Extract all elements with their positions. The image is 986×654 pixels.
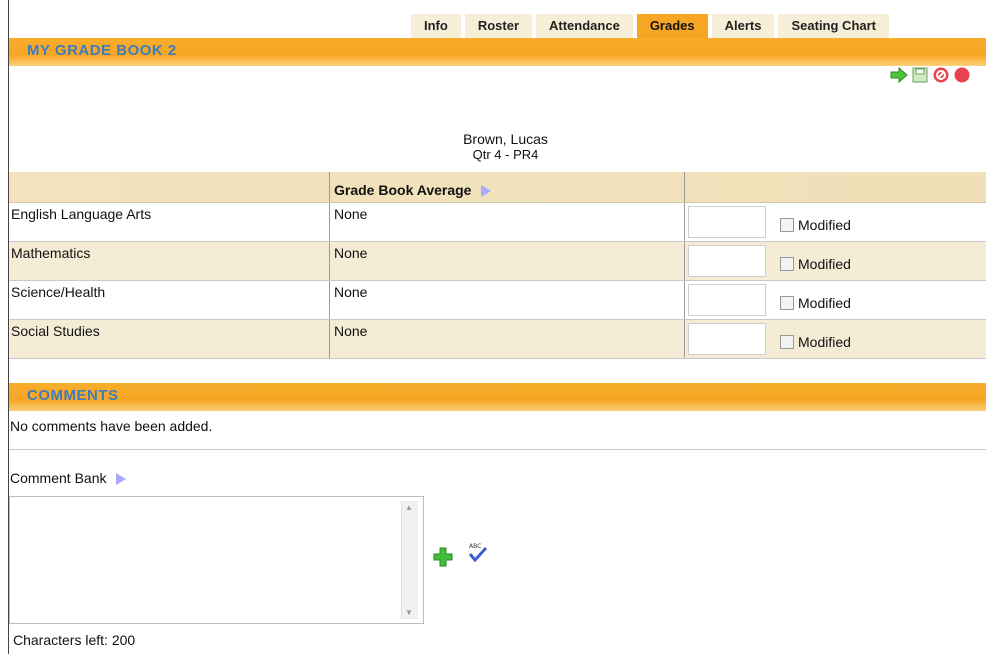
tab-seating-chart[interactable]: Seating Chart: [778, 14, 889, 38]
subject-name: English Language Arts: [11, 206, 152, 222]
checkbox-icon[interactable]: [780, 257, 794, 271]
checkbox-icon[interactable]: [780, 335, 794, 349]
gradebook-header: MY GRADE BOOK 2: [9, 38, 986, 66]
tab-roster[interactable]: Roster: [464, 14, 533, 38]
comments-header: COMMENTS: [9, 383, 986, 411]
comment-bank-text: Comment Bank: [10, 470, 107, 486]
grading-period: Qtr 4 - PR4: [472, 147, 539, 162]
modified-label: Modified: [798, 334, 851, 350]
grade-table: Grade Book Average English Language Arts…: [9, 172, 986, 359]
table-row: Mathematics None Modified: [9, 242, 986, 281]
svg-text:ABC: ABC: [469, 543, 481, 550]
modified-checkbox[interactable]: Modified: [780, 217, 851, 233]
subject-header: [9, 172, 329, 202]
modified-label: Modified: [798, 295, 851, 311]
arrow-right-icon[interactable]: [890, 66, 908, 84]
comment-bank-label: Comment Bank: [10, 470, 127, 486]
grade-input[interactable]: [688, 206, 766, 238]
grade-entry: Modified: [684, 320, 986, 358]
subject-name: Science/Health: [11, 284, 106, 300]
checkbox-icon[interactable]: [780, 218, 794, 232]
comment-textarea[interactable]: ▲ ▼: [9, 496, 424, 624]
subject-name: Mathematics: [11, 245, 91, 261]
table-row: Social Studies None Modified: [9, 320, 986, 359]
modified-checkbox[interactable]: Modified: [780, 334, 851, 350]
modified-label: Modified: [798, 217, 851, 233]
expand-arrow-icon[interactable]: [481, 185, 492, 198]
scroll-up-icon[interactable]: ▲: [405, 503, 413, 512]
comments-title: COMMENTS: [27, 387, 119, 404]
average-header-label: Grade Book Average: [334, 182, 472, 198]
average-value: None: [329, 320, 684, 358]
table-row: English Language Arts None Modified: [9, 203, 986, 242]
grade-entry: Modified: [684, 203, 986, 241]
scrollbar[interactable]: ▲ ▼: [401, 501, 418, 619]
average-value: None: [329, 242, 684, 280]
expand-arrow-icon[interactable]: [116, 473, 127, 486]
no-comments-message: No comments have been added.: [10, 418, 213, 434]
grade-input[interactable]: [688, 284, 766, 316]
tab-bar: Info Roster Attendance Grades Alerts Sea…: [411, 14, 889, 38]
average-value: None: [329, 281, 684, 319]
close-icon[interactable]: [953, 66, 971, 84]
characters-left: Characters left: 200: [13, 632, 136, 648]
modified-checkbox[interactable]: Modified: [780, 295, 851, 311]
spellcheck-icon[interactable]: ABC: [466, 540, 490, 564]
grade-entry-header: [684, 172, 986, 202]
student-name: Brown, Lucas: [463, 131, 548, 147]
grade-input[interactable]: [688, 323, 766, 355]
gradebook-title: MY GRADE BOOK 2: [27, 42, 177, 59]
grade-entry: Modified: [684, 281, 986, 319]
grade-input[interactable]: [688, 245, 766, 277]
modified-label: Modified: [798, 256, 851, 272]
checkbox-icon[interactable]: [780, 296, 794, 310]
subject-name: Social Studies: [11, 323, 100, 339]
table-row: Science/Health None Modified: [9, 281, 986, 320]
tab-alerts[interactable]: Alerts: [711, 14, 775, 38]
scroll-down-icon[interactable]: ▼: [405, 608, 413, 617]
student-info: Brown, Lucas Qtr 4 - PR4: [0, 131, 986, 162]
add-icon[interactable]: [432, 546, 454, 568]
average-value: None: [329, 203, 684, 241]
tab-attendance[interactable]: Attendance: [536, 14, 633, 38]
modified-checkbox[interactable]: Modified: [780, 256, 851, 272]
divider: [9, 449, 986, 450]
grade-entry: Modified: [684, 242, 986, 280]
average-header: Grade Book Average: [329, 172, 684, 202]
tab-grades[interactable]: Grades: [636, 14, 708, 38]
cancel-icon[interactable]: [932, 66, 950, 84]
tab-info[interactable]: Info: [411, 14, 461, 38]
toolbar: [890, 66, 971, 84]
save-icon[interactable]: [911, 66, 929, 84]
table-header-row: Grade Book Average: [9, 172, 986, 203]
